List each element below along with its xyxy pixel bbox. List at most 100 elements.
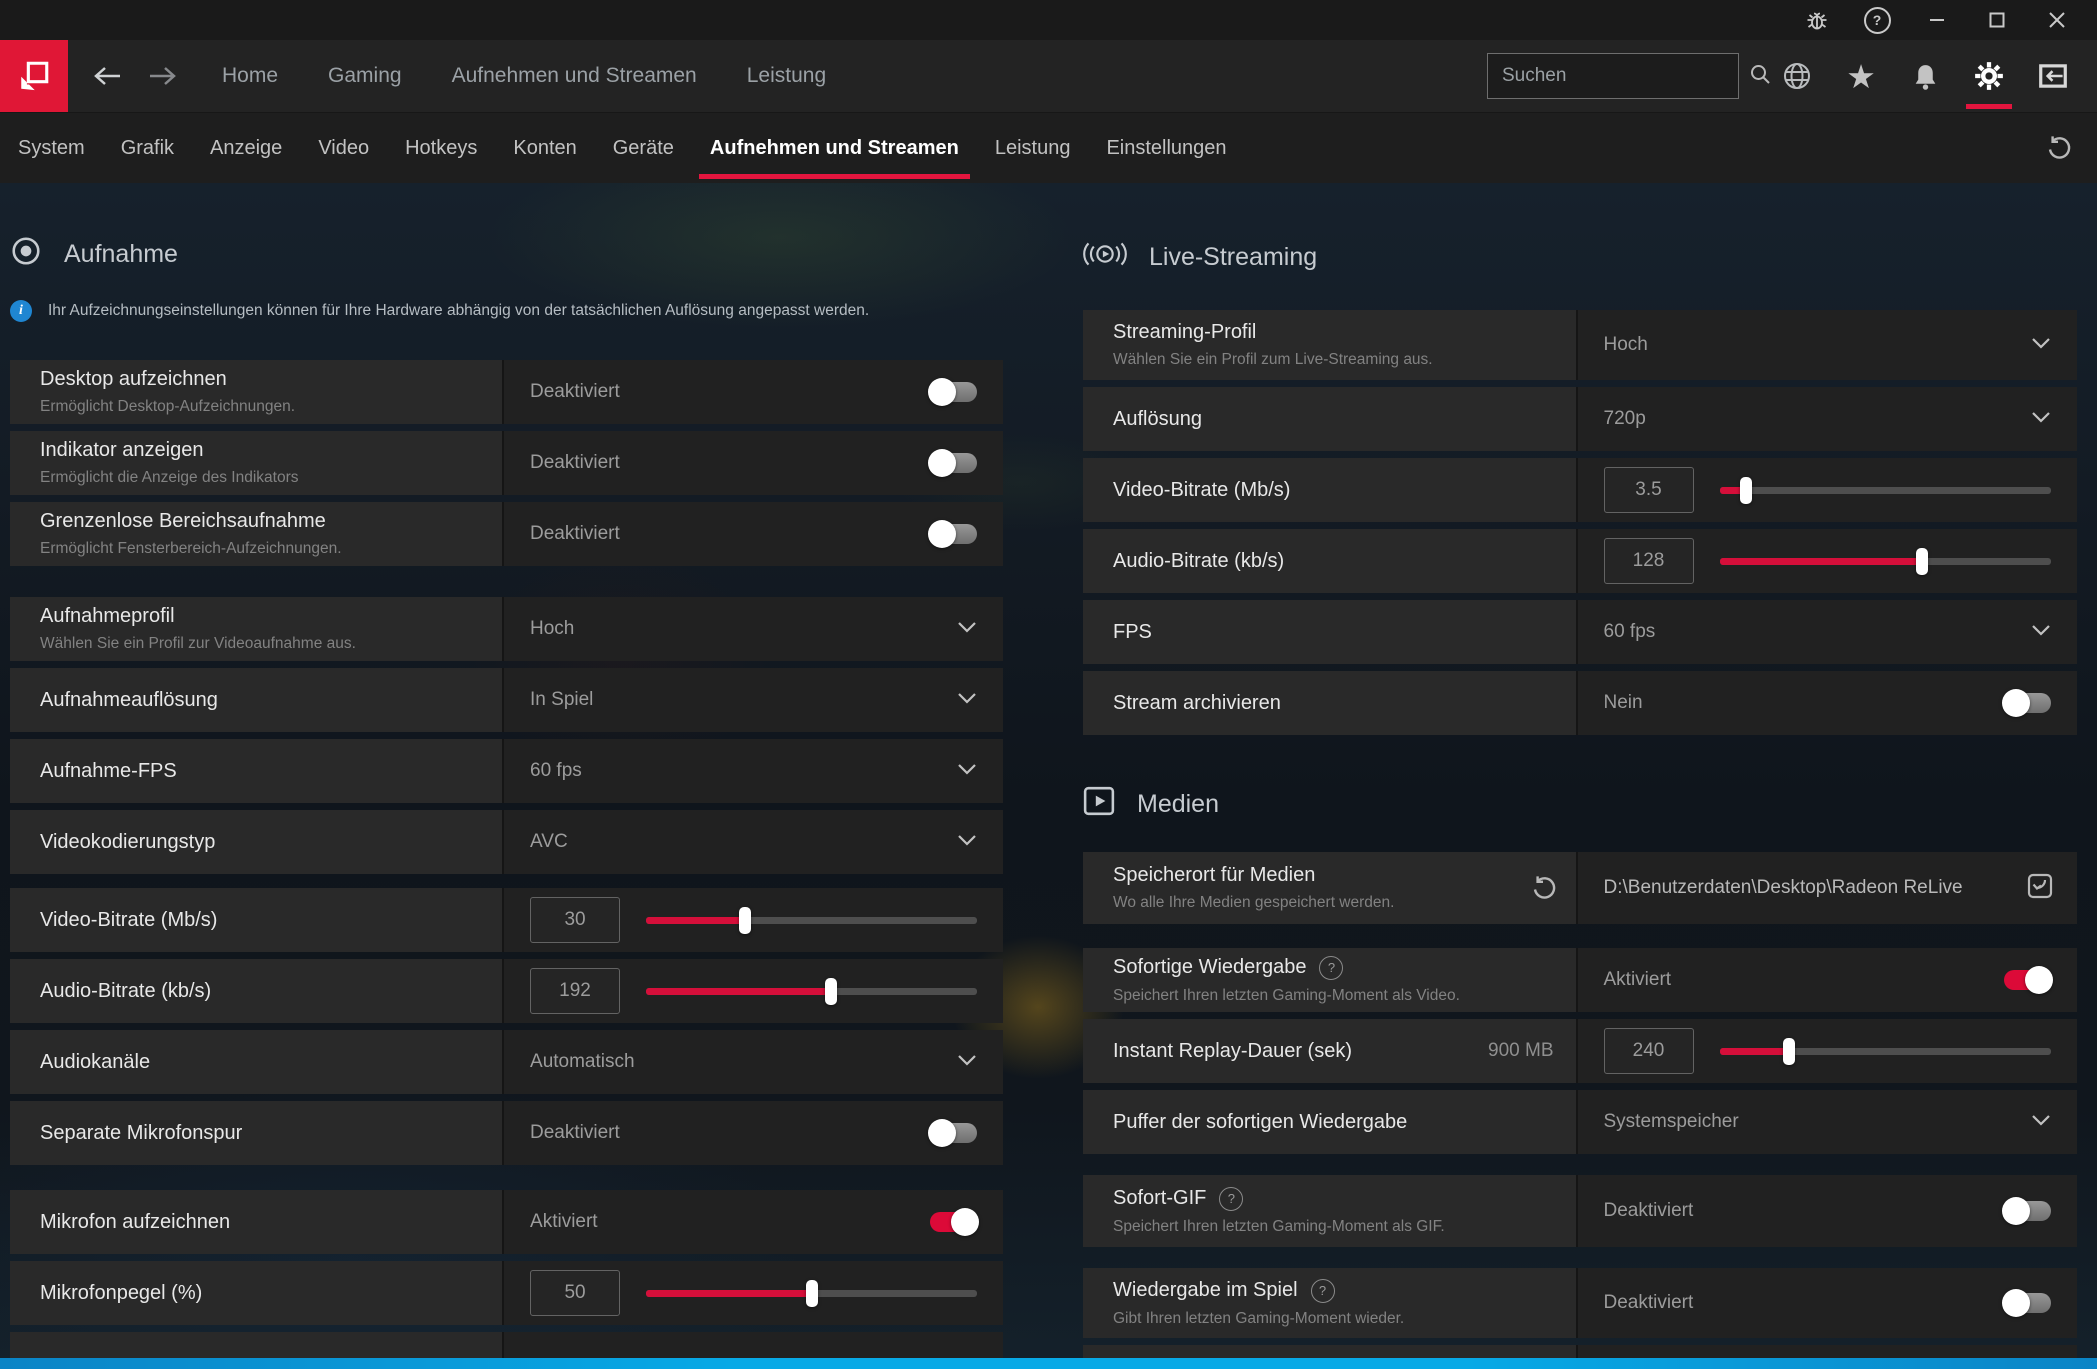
section-title: Aufnahme xyxy=(64,240,178,269)
setting-value: Deaktiviert xyxy=(530,523,620,545)
subnav-system[interactable]: System xyxy=(0,113,103,183)
dropdown[interactable]: 720p xyxy=(1578,387,2078,451)
setting-row: Wiedergabe im Spiel ? Gibt Ihren letzten… xyxy=(1083,1268,2077,1338)
toggle-switch[interactable] xyxy=(930,524,977,544)
setting-value: Deaktiviert xyxy=(1604,1200,1694,1222)
value-input[interactable]: 50 xyxy=(530,1270,620,1316)
value-input[interactable]: 192 xyxy=(530,968,620,1014)
subnav-active-underline xyxy=(699,174,970,179)
subnav-grafik[interactable]: Grafik xyxy=(103,113,192,183)
search-box[interactable] xyxy=(1487,53,1739,99)
bug-report-icon[interactable] xyxy=(1787,0,1847,40)
subnav-aufnehmen-und-streamen[interactable]: Aufnehmen und Streamen xyxy=(692,113,977,183)
dropdown[interactable]: 60 fps xyxy=(1578,600,2078,664)
media-section-header: Medien xyxy=(1083,786,1219,823)
setting-row: Video-Bitrate (Mb/s) 30 xyxy=(10,888,1003,952)
setting-value: Aktiviert xyxy=(1604,969,1672,991)
help-icon[interactable]: ? xyxy=(1847,0,1907,40)
toggle-switch[interactable] xyxy=(2004,1201,2051,1221)
toggle-switch[interactable] xyxy=(930,1212,977,1232)
reset-settings-icon[interactable] xyxy=(2045,134,2073,162)
value-input[interactable]: 128 xyxy=(1604,538,1694,584)
nav-home[interactable]: Home xyxy=(222,64,278,88)
slider-fill xyxy=(646,917,745,924)
nav-record-stream[interactable]: Aufnehmen und Streamen xyxy=(452,64,697,88)
slider[interactable] xyxy=(646,1279,977,1307)
dropdown[interactable]: Hoch xyxy=(504,597,1003,661)
titlebar: ? xyxy=(0,0,2097,40)
nav-performance[interactable]: Leistung xyxy=(747,64,826,88)
toggle-switch[interactable] xyxy=(930,1123,977,1143)
nav-gaming[interactable]: Gaming xyxy=(328,64,402,88)
subnav-anzeige[interactable]: Anzeige xyxy=(192,113,300,183)
dropdown[interactable]: Systemspeicher xyxy=(1578,1090,2078,1154)
toggle-switch[interactable] xyxy=(2004,970,2051,990)
settings-subnav: System Grafik Anzeige Video Hotkeys Kont… xyxy=(0,112,2097,183)
slider-track[interactable] xyxy=(1720,487,2052,494)
setting-title: Audiokanäle xyxy=(40,1051,502,1074)
setting-title: Video-Bitrate (Mb/s) xyxy=(1113,479,1576,502)
setting-row: Instant Replay-Dauer (sek) 900 MB 240 xyxy=(1083,1019,2077,1083)
slider-thumb[interactable] xyxy=(1916,548,1928,575)
slider-thumb[interactable] xyxy=(1740,477,1752,504)
setting-row: Auflösung 720p xyxy=(1083,387,2077,451)
subnav-geraete[interactable]: Geräte xyxy=(595,113,692,183)
minimize-button[interactable] xyxy=(1907,0,1967,40)
toggle-switch[interactable] xyxy=(2004,1293,2051,1313)
dropdown[interactable]: AVC xyxy=(504,810,1003,874)
toggle-switch[interactable] xyxy=(2004,693,2051,713)
search-input[interactable] xyxy=(1500,64,1749,88)
notifications-bell-icon[interactable] xyxy=(1893,40,1957,112)
setting-row: Grenzenlose Bereichsaufnahme Ermöglicht … xyxy=(10,502,1003,566)
toggle-switch[interactable] xyxy=(930,382,977,402)
slider-thumb[interactable] xyxy=(1783,1038,1795,1065)
favorites-star-icon[interactable]: ★ xyxy=(1829,40,1893,112)
slider[interactable] xyxy=(1720,547,2052,575)
subnav-video[interactable]: Video xyxy=(300,113,387,183)
setting-row: FPS 60 fps xyxy=(1083,600,2077,664)
slider-thumb[interactable] xyxy=(806,1280,818,1307)
slider[interactable] xyxy=(646,977,977,1005)
main-navbar: Home Gaming Aufnehmen und Streamen Leist… xyxy=(0,40,2097,112)
back-arrow-icon[interactable] xyxy=(90,64,124,88)
browse-folder-icon[interactable] xyxy=(2025,871,2055,906)
subnav-leistung[interactable]: Leistung xyxy=(977,113,1089,183)
subnav-hotkeys[interactable]: Hotkeys xyxy=(387,113,495,183)
setting-value: Deaktiviert xyxy=(530,381,620,403)
amd-logo[interactable] xyxy=(0,40,68,112)
setting-row: Sofortige Wiedergabe ? Speichert Ihren l… xyxy=(1083,948,2077,1012)
help-icon[interactable]: ? xyxy=(1311,1279,1335,1303)
dropdown-value: 60 fps xyxy=(1604,621,1656,643)
collapse-panel-icon[interactable] xyxy=(2021,40,2085,112)
help-icon[interactable]: ? xyxy=(1219,1187,1243,1211)
value-input[interactable]: 3.5 xyxy=(1604,467,1694,513)
globe-icon[interactable] xyxy=(1765,40,1829,112)
dropdown[interactable]: In Spiel xyxy=(504,668,1003,732)
slider-thumb[interactable] xyxy=(739,907,751,934)
forward-arrow-icon[interactable] xyxy=(146,64,180,88)
value-input[interactable]: 30 xyxy=(530,897,620,943)
maximize-button[interactable] xyxy=(1967,0,2027,40)
setting-title: Wiedergabe im Spiel xyxy=(1113,1279,1298,1302)
close-button[interactable] xyxy=(2027,0,2087,40)
toggle-switch[interactable] xyxy=(930,453,977,473)
radeon-settings-window: { "colors":{ "accent":"#e3153e", "slider… xyxy=(0,0,2097,1369)
dropdown[interactable]: Hoch xyxy=(1578,310,2078,380)
setting-title: Aufnahmeprofil xyxy=(40,605,502,628)
slider-fill xyxy=(1720,558,1922,565)
dropdown[interactable]: 60 fps xyxy=(504,739,1003,803)
settings-gear-icon[interactable] xyxy=(1957,40,2021,112)
slider[interactable] xyxy=(646,906,977,934)
subnav-einstellungen[interactable]: Einstellungen xyxy=(1088,113,1244,183)
slider-thumb[interactable] xyxy=(825,978,837,1005)
help-icon[interactable]: ? xyxy=(1319,956,1343,980)
toggle-knob xyxy=(951,1208,979,1236)
dropdown[interactable]: Automatisch xyxy=(504,1030,1003,1094)
slider[interactable] xyxy=(1720,476,2052,504)
subnav-konten[interactable]: Konten xyxy=(495,113,594,183)
slider[interactable] xyxy=(1720,1037,2052,1065)
setting-title: FPS xyxy=(1113,621,1576,644)
reset-path-icon[interactable] xyxy=(1530,874,1558,902)
value-input[interactable]: 240 xyxy=(1604,1028,1694,1074)
setting-subtitle: Gibt Ihren letzten Gaming-Moment wieder. xyxy=(1113,1310,1576,1328)
